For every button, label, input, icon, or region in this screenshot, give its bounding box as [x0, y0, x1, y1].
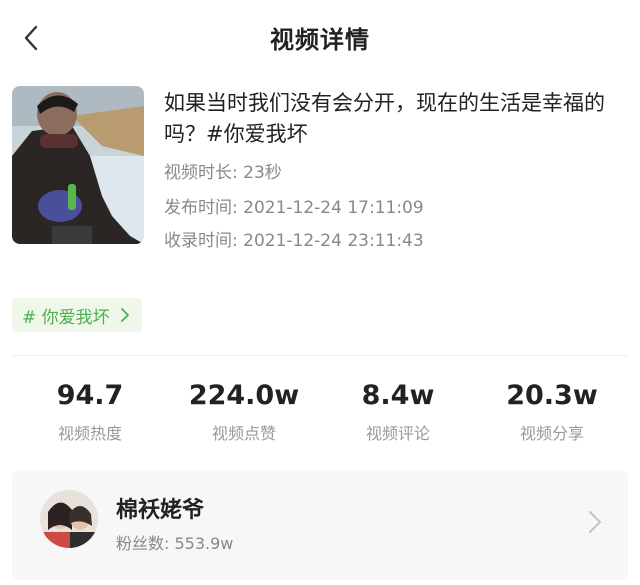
- duration-value: 23秒: [243, 163, 282, 183]
- stats-row: 94.7 视频热度 224.0w 视频点赞 8.4w 视频评论 20.3w 视频…: [0, 380, 640, 450]
- author-card[interactable]: 棉袄姥爷 粉丝数: 553.9w: [12, 470, 628, 580]
- publish-value: 2021-12-24 17:11:09: [243, 198, 424, 218]
- stat-heat: 94.7 视频热度: [10, 380, 170, 444]
- avatar: [40, 490, 98, 548]
- follower-label: 粉丝数:: [116, 534, 175, 553]
- stat-label: 视频分享: [519, 424, 584, 443]
- video-title: 如果当时我们没有会分开，现在的生活是幸福的吗？#你爱我坏: [164, 91, 605, 146]
- topic-tag[interactable]: # 你爱我坏: [12, 298, 142, 332]
- stat-value: 20.3w: [506, 380, 598, 411]
- record-label: 收录时间:: [164, 231, 244, 251]
- record-value: 2021-12-24 23:11:43: [243, 231, 424, 251]
- follower-value: 553.9w: [174, 534, 234, 553]
- avatar-image: [40, 490, 98, 548]
- section-divider: [12, 355, 628, 356]
- follower-count: 粉丝数: 553.9w: [116, 530, 233, 554]
- video-thumbnail[interactable]: [12, 86, 144, 244]
- stat-likes: 224.0w 视频点赞: [164, 380, 324, 444]
- header-bar: 视频详情: [0, 0, 640, 76]
- page-title: 视频详情: [270, 26, 370, 54]
- chevron-right-icon: [120, 308, 129, 322]
- topic-tag-label: # 你爱我坏: [22, 307, 110, 328]
- stat-label: 视频热度: [57, 424, 122, 443]
- stat-label: 视频评论: [365, 424, 430, 443]
- record-time: 收录时间: 2021-12-24 23:11:43: [164, 226, 424, 251]
- stat-label: 视频点赞: [211, 424, 276, 443]
- stat-comments: 8.4w 视频评论: [318, 380, 478, 444]
- duration-label: 视频时长:: [164, 163, 244, 183]
- author-name: 棉袄姥爷: [116, 498, 205, 523]
- publish-time: 发布时间: 2021-12-24 17:11:09: [164, 193, 424, 218]
- video-duration: 视频时长: 23秒: [164, 158, 282, 183]
- stat-value: 224.0w: [188, 380, 300, 411]
- stat-value: 8.4w: [361, 380, 435, 411]
- publish-label: 发布时间:: [164, 198, 244, 218]
- video-card: 如果当时我们没有会分开，现在的生活是幸福的吗？#你爱我坏 视频时长: 23秒 发…: [12, 86, 628, 251]
- chevron-right-icon: [589, 511, 601, 533]
- stat-shares: 20.3w 视频分享: [472, 380, 632, 444]
- stat-value: 94.7: [56, 380, 124, 411]
- video-thumbnail-image: [12, 86, 144, 244]
